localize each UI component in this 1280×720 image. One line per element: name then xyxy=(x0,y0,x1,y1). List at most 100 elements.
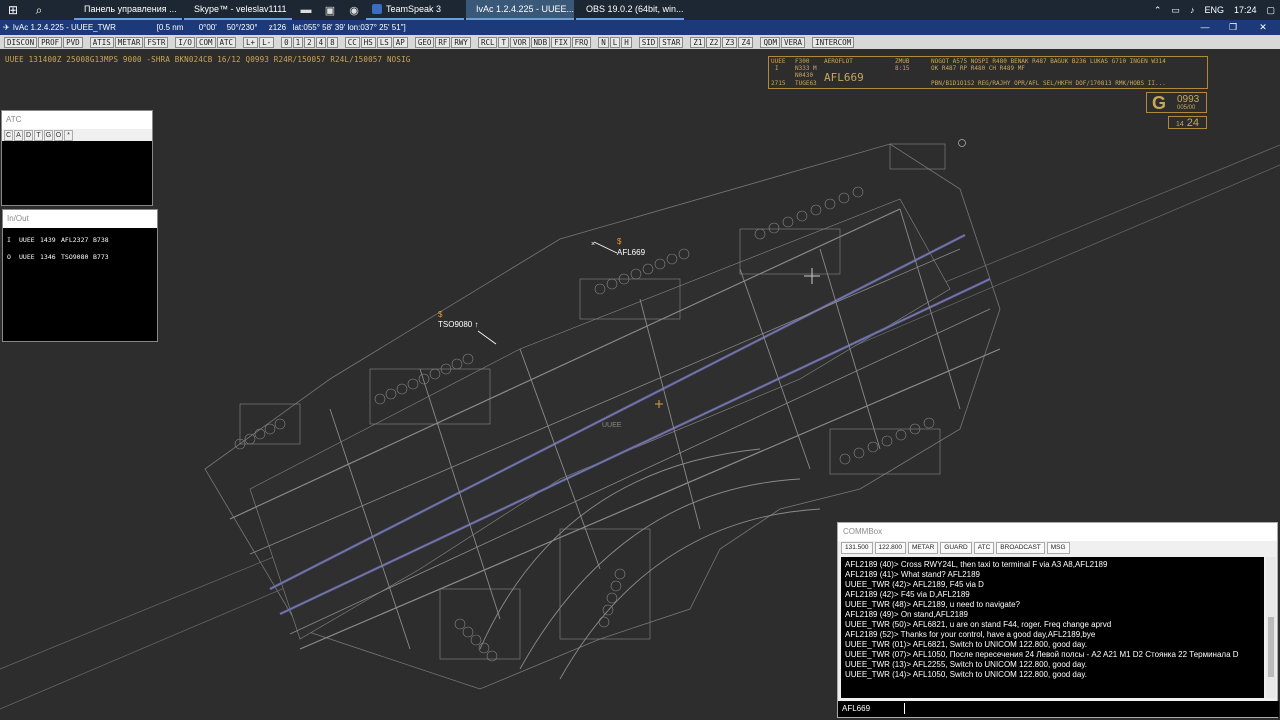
taskbar-app[interactable]: Панель управления ... xyxy=(74,0,182,20)
toolbar-button[interactable]: Z4 xyxy=(738,36,754,48)
toolbar-button[interactable]: RWY xyxy=(451,36,471,48)
inout-apt: UUEE xyxy=(19,236,35,244)
toolbar-button[interactable]: 0 xyxy=(281,36,292,48)
comm-scrollbar[interactable] xyxy=(1266,557,1276,698)
toolbar-button[interactable]: I/O xyxy=(175,36,195,48)
toolbar-button[interactable]: 2 xyxy=(304,36,315,48)
atc-tab[interactable]: * xyxy=(64,129,73,141)
atc-tab[interactable]: A xyxy=(14,129,23,141)
toolbar-button[interactable]: Z1 xyxy=(690,36,706,48)
toolbar-button[interactable]: QDM xyxy=(760,36,781,48)
toolbar-button[interactable]: STAR xyxy=(659,36,684,48)
toolbar-button[interactable]: L xyxy=(609,36,621,48)
toolbar-button[interactable]: SID xyxy=(638,36,659,48)
toolbar-button[interactable]: DISCON xyxy=(4,36,38,48)
flight-strip[interactable]: UUEE I 2715 F300 N333 M N0430 TUGE63 AER… xyxy=(768,56,1208,89)
inout-dir: O xyxy=(7,253,11,261)
aircraft-target-afl669[interactable]: $ × AFL669 xyxy=(591,237,646,257)
clock-minute: 24 xyxy=(1186,117,1200,129)
toolbar-button[interactable]: FRQ xyxy=(571,36,592,48)
atc-tab[interactable]: O xyxy=(54,129,63,141)
toolbar-button[interactable]: FIX xyxy=(551,36,571,48)
restore-button[interactable]: ❐ xyxy=(1218,20,1248,35)
comm-tab[interactable]: ATC xyxy=(973,542,995,554)
commbox-window[interactable]: COMMBox 131.500 122.800 METAR GUARD ATC BROAD… xyxy=(837,522,1279,718)
network-icon[interactable]: ▭ xyxy=(1171,5,1180,16)
chevron-up-icon[interactable]: ⌃ xyxy=(1154,5,1162,16)
aircraft-target-tso9080[interactable]: $ TSO9080 ↑ xyxy=(438,310,497,345)
toolbar-button[interactable]: VERA xyxy=(781,36,806,48)
start-button[interactable]: ⊞ xyxy=(0,0,26,20)
app-icon[interactable]: ▣ xyxy=(318,0,342,20)
strip-route: NOGOT A575 NOSPI R480 BENAK R487 BAGUK B… xyxy=(931,58,1166,65)
toolbar-button[interactable]: PVD xyxy=(63,36,83,48)
toolbar-button[interactable]: ATIS xyxy=(89,36,114,48)
inout-window[interactable]: In/Out I UUEE 1439 AFL2327 B738 O UUEE 1346 TSO9… xyxy=(2,209,158,342)
toolbar-button[interactable]: T xyxy=(498,36,509,48)
log-line: UUEE_TWR (42)> AFL2189, F45 via D xyxy=(845,580,984,589)
notifications-icon[interactable]: ▢ xyxy=(1266,5,1275,16)
volume-icon[interactable]: ♪ xyxy=(1190,5,1195,15)
comm-tab[interactable]: 122.800 xyxy=(874,542,906,554)
comm-tab[interactable]: BROADCAST xyxy=(996,542,1045,554)
toolbar-button[interactable]: PROF xyxy=(38,36,63,48)
aircraft-label-tso9080: TSO9080 ↑ xyxy=(438,320,478,329)
atc-tab[interactable]: C xyxy=(4,129,13,141)
comm-tab[interactable]: METAR xyxy=(908,542,939,554)
toolbar-button[interactable]: RF xyxy=(435,36,451,48)
folder-icon[interactable]: ▬ xyxy=(294,0,318,20)
toolbar-button[interactable]: 8 xyxy=(327,36,338,48)
atc-tab[interactable]: G xyxy=(44,129,53,141)
language-indicator[interactable]: ENG xyxy=(1204,5,1224,15)
clock[interactable]: 17:24 xyxy=(1234,5,1257,15)
toolbar-button[interactable]: HS xyxy=(360,36,376,48)
close-button[interactable]: ✕ xyxy=(1248,20,1278,35)
toolbar-button[interactable]: GEO xyxy=(414,36,435,48)
strip-route-2: OK R487 RP R480 CH R489 MF xyxy=(931,65,1025,72)
toolbar-button[interactable]: COM xyxy=(195,36,216,48)
taskbar-app[interactable]: IvAc 1.2.4.225 - UUEE... xyxy=(466,0,574,20)
toolbar-button[interactable]: ATC xyxy=(216,36,237,48)
toolbar-button[interactable]: 1 xyxy=(292,36,304,48)
taskbar-app[interactable]: TeamSpeak 3 xyxy=(366,0,464,20)
taskbar-app-label: Панель управления ... xyxy=(84,4,177,14)
toolbar-button[interactable]: Z3 xyxy=(722,36,738,48)
strip-speed: N333 M xyxy=(795,65,817,72)
toolbar-button[interactable]: INTERCOM xyxy=(812,36,855,48)
toolbar-button[interactable]: AP xyxy=(392,36,408,48)
toolbar-button[interactable]: VOR xyxy=(510,36,530,48)
search-icon[interactable]: ⌕ xyxy=(26,0,52,20)
comm-input[interactable]: AFL669 xyxy=(838,701,1279,717)
atc-tab[interactable]: T xyxy=(34,129,43,141)
taskbar-app[interactable]: Skype™ - veleslav1111 xyxy=(184,0,292,20)
toolbar-button[interactable]: LS xyxy=(376,36,392,48)
inout-row[interactable]: I UUEE 1439 AFL2327 B738 xyxy=(3,232,157,249)
toolbar-button[interactable]: METAR xyxy=(114,36,144,48)
toolbar-button[interactable]: RCL xyxy=(477,36,498,48)
toolbar-button[interactable]: 4 xyxy=(315,36,327,48)
inout-dir: I xyxy=(7,236,11,244)
comm-tab[interactable]: GUARD xyxy=(940,542,972,554)
comm-tab[interactable]: MSG xyxy=(1046,542,1070,554)
atc-window[interactable]: ATC C A D T G O * xyxy=(1,110,153,206)
toolbar-button[interactable]: L- xyxy=(259,36,275,48)
commbox-tabs: 131.500 122.800 METAR GUARD ATC BROADCAST MSG xyxy=(838,541,1277,555)
toolbar-button[interactable]: H xyxy=(621,36,632,48)
svg-text:$: $ xyxy=(617,237,622,246)
toolbar-button[interactable]: Z2 xyxy=(706,36,722,48)
toolbar-button[interactable]: NDB xyxy=(530,36,551,48)
inout-row[interactable]: O UUEE 1346 TSO9080 B773 xyxy=(3,249,157,266)
minimize-button[interactable]: — xyxy=(1190,20,1220,35)
clock-hour: 14 xyxy=(1175,121,1184,128)
system-tray: ⌃ ▭ ♪ ENG 17:24 ▢ xyxy=(1149,0,1280,20)
strip-remarks: PBN/B1D1O1S2 REG/RAJHY OPR/AFL SEL/HKFH … xyxy=(931,80,1166,87)
toolbar-button[interactable]: FSTR xyxy=(144,36,169,48)
taskbar-app[interactable]: OBS 19.0.2 (64bit, win... xyxy=(576,0,684,20)
toolbar-button[interactable]: L+ xyxy=(243,36,259,48)
toolbar-button[interactable]: N xyxy=(598,36,609,48)
toolbar-button[interactable]: CC xyxy=(344,36,360,48)
atc-tab[interactable]: D xyxy=(24,129,33,141)
comm-log[interactable]: AFL2189 (40)> Cross RWY24L, then taxi to… xyxy=(841,557,1264,698)
comm-tab[interactable]: 131.500 xyxy=(841,542,873,554)
steam-icon[interactable]: ◉ xyxy=(342,0,366,20)
